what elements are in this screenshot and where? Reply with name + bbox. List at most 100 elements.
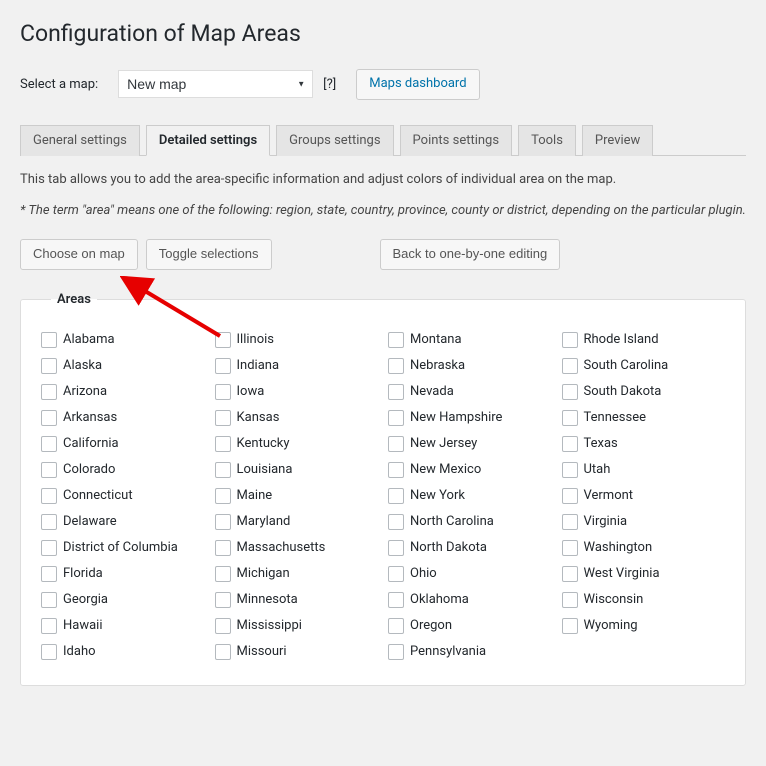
area-checkbox[interactable] — [41, 540, 57, 556]
area-checkbox[interactable] — [41, 436, 57, 452]
area-checkbox[interactable] — [388, 592, 404, 608]
area-item[interactable]: Delaware — [41, 509, 205, 535]
area-item[interactable]: Utah — [562, 457, 726, 483]
area-item[interactable]: Oklahoma — [388, 587, 552, 613]
tab-groups-settings[interactable]: Groups settings — [276, 125, 393, 156]
area-item[interactable]: Maryland — [215, 509, 379, 535]
area-checkbox[interactable] — [215, 332, 231, 348]
area-item[interactable]: Texas — [562, 431, 726, 457]
tab-preview[interactable]: Preview — [582, 125, 653, 156]
area-item[interactable]: Tennessee — [562, 405, 726, 431]
area-checkbox[interactable] — [562, 488, 578, 504]
area-item[interactable]: Virginia — [562, 509, 726, 535]
area-item[interactable]: Missouri — [215, 639, 379, 665]
area-item[interactable]: Ohio — [388, 561, 552, 587]
area-checkbox[interactable] — [215, 540, 231, 556]
area-item[interactable]: North Dakota — [388, 535, 552, 561]
area-item[interactable]: Montana — [388, 327, 552, 353]
area-checkbox[interactable] — [562, 436, 578, 452]
area-item[interactable]: Kansas — [215, 405, 379, 431]
area-item[interactable]: New Mexico — [388, 457, 552, 483]
toggle-selections-button[interactable]: Toggle selections — [146, 239, 272, 270]
area-checkbox[interactable] — [388, 410, 404, 426]
area-item[interactable]: West Virginia — [562, 561, 726, 587]
area-checkbox[interactable] — [215, 410, 231, 426]
area-checkbox[interactable] — [562, 384, 578, 400]
area-item[interactable]: Illinois — [215, 327, 379, 353]
area-item[interactable]: Louisiana — [215, 457, 379, 483]
area-checkbox[interactable] — [562, 618, 578, 634]
area-checkbox[interactable] — [215, 514, 231, 530]
area-item[interactable]: New Hampshire — [388, 405, 552, 431]
area-checkbox[interactable] — [388, 436, 404, 452]
help-icon[interactable]: [?] — [323, 77, 336, 92]
area-item[interactable]: Connecticut — [41, 483, 205, 509]
tab-points-settings[interactable]: Points settings — [400, 125, 513, 156]
area-checkbox[interactable] — [215, 384, 231, 400]
area-checkbox[interactable] — [388, 384, 404, 400]
area-checkbox[interactable] — [41, 358, 57, 374]
area-checkbox[interactable] — [215, 436, 231, 452]
area-item[interactable]: New York — [388, 483, 552, 509]
area-checkbox[interactable] — [388, 462, 404, 478]
area-checkbox[interactable] — [388, 540, 404, 556]
area-item[interactable]: New Jersey — [388, 431, 552, 457]
tab-general-settings[interactable]: General settings — [20, 125, 140, 156]
area-checkbox[interactable] — [41, 384, 57, 400]
area-checkbox[interactable] — [41, 566, 57, 582]
area-item[interactable]: Washington — [562, 535, 726, 561]
area-checkbox[interactable] — [215, 566, 231, 582]
area-item[interactable]: District of Columbia — [41, 535, 205, 561]
area-checkbox[interactable] — [562, 566, 578, 582]
area-item[interactable]: Wyoming — [562, 613, 726, 639]
area-checkbox[interactable] — [562, 540, 578, 556]
area-item[interactable]: Arkansas — [41, 405, 205, 431]
area-item[interactable]: Indiana — [215, 353, 379, 379]
area-checkbox[interactable] — [41, 410, 57, 426]
tab-tools[interactable]: Tools — [518, 125, 576, 156]
choose-on-map-button[interactable]: Choose on map — [20, 239, 138, 270]
area-checkbox[interactable] — [41, 618, 57, 634]
area-checkbox[interactable] — [41, 644, 57, 660]
area-item[interactable]: Florida — [41, 561, 205, 587]
area-checkbox[interactable] — [41, 592, 57, 608]
area-item[interactable]: Idaho — [41, 639, 205, 665]
area-item[interactable]: North Carolina — [388, 509, 552, 535]
area-checkbox[interactable] — [388, 566, 404, 582]
area-item[interactable]: Pennsylvania — [388, 639, 552, 665]
area-item[interactable]: Wisconsin — [562, 587, 726, 613]
area-checkbox[interactable] — [562, 514, 578, 530]
area-checkbox[interactable] — [388, 358, 404, 374]
area-item[interactable]: Mississippi — [215, 613, 379, 639]
area-checkbox[interactable] — [562, 410, 578, 426]
area-checkbox[interactable] — [41, 514, 57, 530]
area-checkbox[interactable] — [562, 358, 578, 374]
area-item[interactable]: Hawaii — [41, 613, 205, 639]
area-checkbox[interactable] — [562, 332, 578, 348]
area-item[interactable]: South Carolina — [562, 353, 726, 379]
area-item[interactable]: Oregon — [388, 613, 552, 639]
area-checkbox[interactable] — [388, 488, 404, 504]
area-checkbox[interactable] — [215, 462, 231, 478]
area-checkbox[interactable] — [215, 358, 231, 374]
area-checkbox[interactable] — [215, 488, 231, 504]
area-checkbox[interactable] — [562, 462, 578, 478]
area-item[interactable]: Maine — [215, 483, 379, 509]
area-item[interactable]: Arizona — [41, 379, 205, 405]
map-select[interactable]: New map — [118, 70, 313, 98]
area-item[interactable]: Georgia — [41, 587, 205, 613]
area-item[interactable]: Rhode Island — [562, 327, 726, 353]
area-checkbox[interactable] — [388, 618, 404, 634]
area-item[interactable]: Vermont — [562, 483, 726, 509]
area-checkbox[interactable] — [215, 618, 231, 634]
area-item[interactable]: Nevada — [388, 379, 552, 405]
maps-dashboard-button[interactable]: Maps dashboard — [356, 69, 479, 100]
area-checkbox[interactable] — [215, 644, 231, 660]
area-item[interactable]: Nebraska — [388, 353, 552, 379]
back-to-editing-button[interactable]: Back to one-by-one editing — [380, 239, 561, 270]
area-item[interactable]: Minnesota — [215, 587, 379, 613]
area-item[interactable]: California — [41, 431, 205, 457]
area-checkbox[interactable] — [388, 644, 404, 660]
area-checkbox[interactable] — [562, 592, 578, 608]
area-checkbox[interactable] — [388, 514, 404, 530]
